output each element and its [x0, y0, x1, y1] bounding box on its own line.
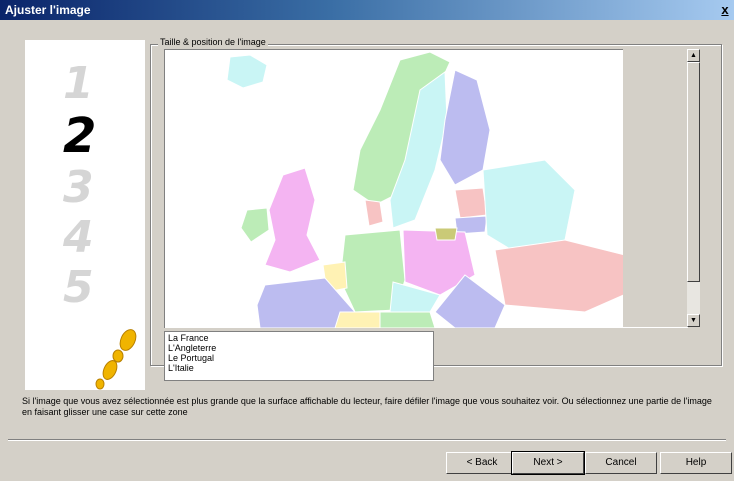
vertical-scrollbar[interactable]: ▲ ▼	[687, 49, 700, 327]
scroll-up-icon[interactable]: ▲	[687, 49, 700, 62]
back-button[interactable]: < Back	[446, 452, 518, 474]
list-item[interactable]: Le Portugal	[168, 353, 430, 363]
list-item[interactable]: L'Italie	[168, 363, 430, 373]
help-button[interactable]: Help	[660, 452, 732, 474]
next-button[interactable]: Next >	[511, 451, 585, 475]
step-5: 5	[63, 262, 94, 313]
image-preview-area[interactable]	[164, 49, 688, 328]
step-3: 3	[63, 162, 94, 213]
scroll-down-icon[interactable]: ▼	[687, 314, 700, 327]
region-list[interactable]: La France L'Angleterre Le Portugal L'Ita…	[164, 331, 434, 381]
scroll-thumb[interactable]	[687, 62, 700, 282]
step-4: 4	[63, 212, 94, 263]
group-label: Taille & position de l'image	[158, 37, 268, 47]
help-text: Si l'image que vous avez sélectionnée es…	[22, 396, 712, 417]
title-bar: Ajuster l'image x	[0, 0, 734, 20]
europe-map-image	[226, 51, 636, 328]
step-2-active: 2	[63, 108, 97, 164]
list-item[interactable]: La France	[168, 333, 430, 343]
image-canvas-padding	[623, 49, 687, 327]
step-1: 1	[63, 58, 94, 109]
window-title: Ajuster l'image	[5, 3, 91, 17]
list-item[interactable]: L'Angleterre	[168, 343, 430, 353]
separator	[8, 439, 726, 441]
footprints-icon	[95, 329, 137, 390]
cancel-button[interactable]: Cancel	[585, 452, 657, 474]
close-icon[interactable]: x	[718, 3, 732, 17]
